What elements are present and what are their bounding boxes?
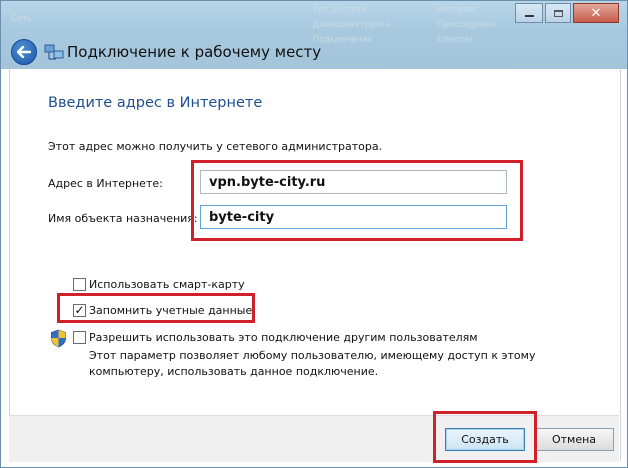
background-text: Ethernet <box>437 34 473 44</box>
maximize-icon <box>553 9 563 17</box>
close-button[interactable]: ✕ <box>573 3 619 23</box>
content-area <box>9 69 621 461</box>
address-label: Адрес в Интернете: <box>48 177 163 190</box>
background-text: Присоединен <box>437 19 496 29</box>
highlight-create <box>433 411 537 463</box>
highlight-fields <box>191 160 523 241</box>
share-label: Разрешить использовать это подключение д… <box>89 331 478 344</box>
highlight-remember <box>57 293 255 323</box>
background-text: Интернет <box>437 4 478 14</box>
cancel-button[interactable]: Отмена <box>534 428 614 451</box>
maximize-button[interactable] <box>545 3 571 23</box>
share-checkbox[interactable] <box>73 331 86 344</box>
network-icon <box>44 44 64 60</box>
destination-label: Имя объекта назначения: <box>48 212 198 225</box>
background-text: Сеть <box>11 13 32 23</box>
share-description: Этот параметр позволяет любому пользоват… <box>89 349 536 362</box>
close-icon: ✕ <box>590 5 602 21</box>
dialog-window: Сеть Тип доступа Интернет Домашняя групп… <box>0 0 628 468</box>
smartcard-label: Использовать смарт-карту <box>89 278 245 291</box>
hint-text: Этот адрес можно получить у сетевого адм… <box>48 140 383 153</box>
page-heading: Введите адрес в Интернете <box>48 95 263 111</box>
smartcard-checkbox[interactable] <box>73 278 86 291</box>
title-bar: Сеть Тип доступа Интернет Домашняя групп… <box>1 1 627 69</box>
window-title: Подключение к рабочему месту <box>67 43 322 61</box>
back-arrow-icon <box>17 46 31 58</box>
background-text: Подключения <box>313 34 373 44</box>
share-description: компьютеру, использовать данное подключе… <box>89 365 379 378</box>
uac-shield-icon <box>51 329 66 348</box>
background-text: Домашняя группа <box>313 19 391 29</box>
background-text: Тип доступа <box>313 4 367 14</box>
back-button[interactable] <box>11 39 37 65</box>
minimize-icon <box>524 15 534 17</box>
minimize-button[interactable] <box>515 3 543 23</box>
